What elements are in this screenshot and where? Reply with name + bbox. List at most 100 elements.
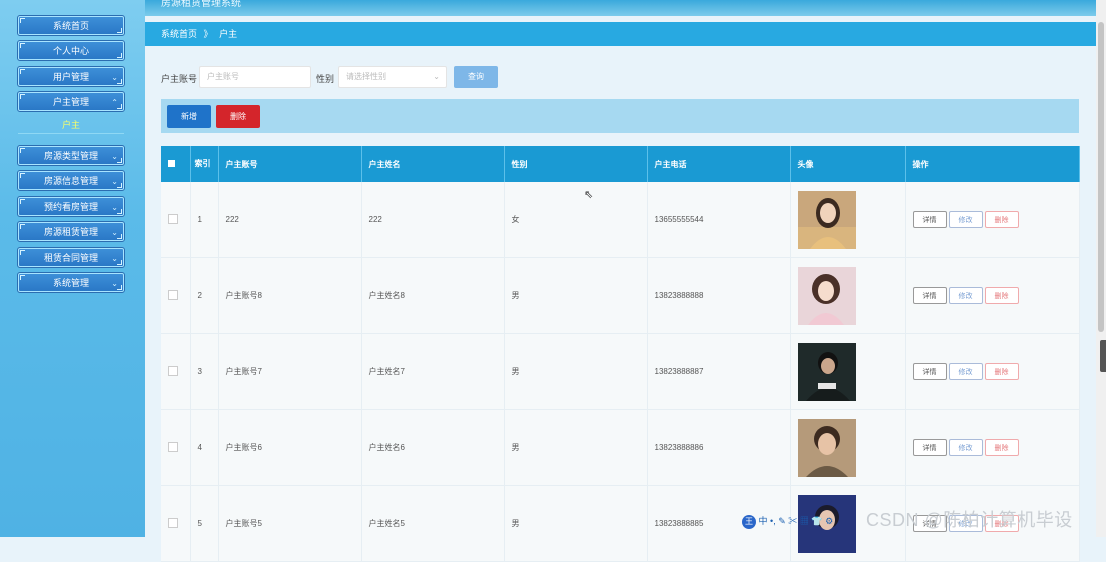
- sidebar-item-owners[interactable]: 户主管理 ⌃: [17, 91, 125, 112]
- action-bar: [161, 99, 1079, 133]
- sidebar-item-label: 房源租赁管理: [43, 227, 98, 237]
- sidebar-item-label: 系统管理: [52, 278, 89, 288]
- cell-account: 户主账号5: [218, 485, 362, 562]
- cell-gender: 男: [504, 409, 648, 486]
- detail-button[interactable]: 详情: [912, 439, 947, 456]
- breadcrumb: 系统首页 》 户主: [145, 22, 1096, 46]
- edit-button[interactable]: 修改: [948, 211, 983, 228]
- row-select-cell[interactable]: [161, 485, 191, 562]
- gender-select[interactable]: 请选择性别 ⌄: [338, 66, 447, 88]
- sidebar-item-viewing[interactable]: 预约看房管理 ⌄: [17, 196, 125, 217]
- sidebar-item-contracts[interactable]: 租赁合同管理 ⌄: [17, 247, 125, 268]
- sidebar-item-label: 预约看房管理: [43, 202, 98, 212]
- sidebar-subitem-owner[interactable]: 户主: [18, 119, 124, 131]
- sidebar-item-system[interactable]: 系统管理 ⌄: [17, 272, 125, 293]
- row-checkbox[interactable]: [168, 441, 178, 452]
- edit-button[interactable]: 修改: [948, 439, 983, 456]
- sidebar-item-house-types[interactable]: 房源类型管理 ⌄: [17, 145, 125, 166]
- sidebar-item-profile[interactable]: 个人中心: [17, 40, 125, 61]
- app-title: 房源租赁管理系统: [161, 0, 241, 9]
- row-delete-button[interactable]: 删除: [984, 439, 1019, 456]
- cell-phone: 13823888886: [647, 409, 791, 486]
- select-all-cell[interactable]: [161, 146, 191, 182]
- cell-account: 户主账号6: [218, 409, 362, 486]
- cell-gender: 男: [504, 485, 648, 562]
- gender-select-placeholder: 请选择性别: [346, 72, 386, 81]
- breadcrumb-home[interactable]: 系统首页: [161, 29, 197, 39]
- row-checkbox[interactable]: [168, 517, 178, 528]
- breadcrumb-current: 户主: [219, 29, 238, 39]
- watermark: CSDN @陈柏计算机毕设: [866, 510, 1073, 530]
- chevron-down-icon: ⌄: [111, 228, 118, 237]
- chevron-down-icon: ⌄: [111, 254, 118, 263]
- edit-button[interactable]: 修改: [948, 287, 983, 304]
- side-tab[interactable]: [1100, 340, 1106, 372]
- cell-index: 5: [190, 485, 219, 562]
- gear-icon[interactable]: ⚙: [825, 516, 833, 526]
- sidebar-item-label: 户主管理: [52, 97, 89, 107]
- punctuation-icon[interactable]: •,: [770, 516, 776, 526]
- chevron-down-icon: ⌄: [111, 279, 118, 288]
- row-delete-button[interactable]: 删除: [984, 211, 1019, 228]
- row-select-cell[interactable]: [161, 257, 191, 334]
- cell-phone: 13823888887: [647, 333, 791, 410]
- detail-button[interactable]: 详情: [912, 287, 947, 304]
- avatar: [797, 342, 856, 401]
- edit-button[interactable]: 修改: [948, 363, 983, 380]
- sidebar-item-label: 房源信息管理: [43, 176, 98, 186]
- scissors-icon[interactable]: ✂: [788, 516, 797, 526]
- sidebar-item-label: 房源类型管理: [43, 151, 98, 161]
- cell-name: 户主姓名8: [361, 257, 505, 334]
- delete-button[interactable]: 删除: [216, 105, 260, 128]
- avatar: [797, 190, 856, 249]
- column-header-account: 户主账号: [218, 146, 362, 182]
- add-button[interactable]: 新增: [167, 105, 211, 128]
- cell-avatar: [790, 182, 906, 258]
- sidebar-item-rental[interactable]: 房源租赁管理 ⌄: [17, 221, 125, 242]
- row-checkbox[interactable]: [168, 289, 178, 300]
- row-select-cell[interactable]: [161, 333, 191, 410]
- row-checkbox[interactable]: [168, 365, 178, 376]
- scrollbar-thumb[interactable]: [1098, 22, 1104, 332]
- column-header-index: 索引: [190, 146, 219, 182]
- ime-badge[interactable]: 王: [742, 514, 756, 529]
- ime-mode-label[interactable]: 中: [759, 516, 768, 526]
- table-row: 1 222 222 女 13655555544 详情 修改 删除: [161, 182, 1080, 258]
- breadcrumb-separator: 》: [203, 29, 213, 39]
- cell-account: 户主账号7: [218, 333, 362, 410]
- shirt-icon[interactable]: 👕: [811, 516, 822, 526]
- table-row: 4 户主账号6 户主姓名6 男 13823888886 详情 修改 删除: [161, 409, 1080, 486]
- keyboard-icon[interactable]: ▦: [800, 516, 809, 526]
- top-header: 房源租赁管理系统: [145, 0, 1096, 16]
- row-select-cell[interactable]: [161, 182, 191, 258]
- search-button[interactable]: 查询: [454, 66, 498, 88]
- table-row: 2 户主账号8 户主姓名8 男 13823888888 详情 修改 删除: [161, 257, 1080, 334]
- detail-button[interactable]: 详情: [912, 363, 947, 380]
- sidebar-item-users[interactable]: 用户管理 ⌄: [17, 66, 125, 87]
- cell-index: 4: [190, 409, 219, 486]
- cell-account: 222: [218, 182, 362, 258]
- chevron-down-icon: ⌄: [111, 177, 118, 186]
- column-header-avatar: 头像: [790, 146, 906, 182]
- sidebar-item-home[interactable]: 系统首页: [17, 15, 125, 36]
- account-search-input[interactable]: 户主账号: [199, 66, 311, 88]
- cell-actions: 详情 修改 删除: [905, 257, 1080, 334]
- mouse-cursor-icon: ⇖: [584, 189, 594, 201]
- chevron-down-icon: ⌄: [433, 72, 440, 81]
- row-delete-button[interactable]: 删除: [984, 287, 1019, 304]
- row-checkbox[interactable]: [168, 213, 178, 224]
- sidebar-item-house-info[interactable]: 房源信息管理 ⌄: [17, 170, 125, 191]
- ime-toolbar[interactable]: 王 中 •, ✎ ✂ ▦ 👕 ⚙: [742, 514, 854, 532]
- table-header-row: 索引 户主账号 户主姓名 性别 户主电话 头像 操作: [161, 146, 1080, 182]
- select-all-checkbox[interactable]: [168, 159, 175, 167]
- sidebar-item-label: 个人中心: [52, 46, 89, 56]
- cell-actions: 详情 修改 删除: [905, 182, 1080, 258]
- row-select-cell[interactable]: [161, 409, 191, 486]
- detail-button[interactable]: 详情: [912, 211, 947, 228]
- pen-icon[interactable]: ✎: [778, 516, 786, 526]
- sidebar-item-label: 租赁合同管理: [43, 253, 98, 263]
- chevron-up-icon: ⌃: [111, 98, 118, 107]
- divider: [18, 133, 124, 134]
- cell-index: 1: [190, 182, 219, 258]
- row-delete-button[interactable]: 删除: [984, 363, 1019, 380]
